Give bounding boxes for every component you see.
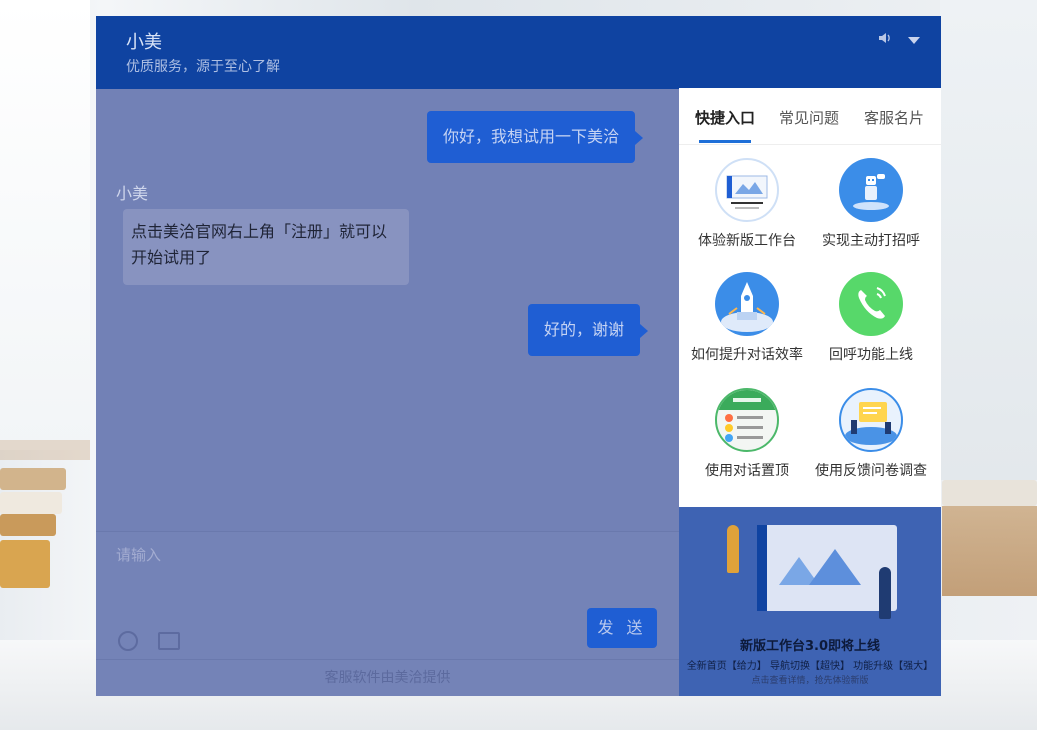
promo-illustration-sidebar	[757, 525, 767, 611]
background-book	[0, 540, 50, 588]
background-book	[0, 468, 66, 490]
quick-entry-workbench[interactable]: 体验新版工作台	[682, 158, 812, 250]
chat-window: 小美 优质服务，源于至心了解 你好，我想试用一下美洽 小美 点击美洽官网右上角「…	[96, 16, 941, 696]
quick-entry-callback[interactable]: 回呼功能上线	[806, 272, 936, 364]
promo-person-figure	[879, 567, 891, 619]
powered-by-footer: 客服软件由美洽提供	[96, 659, 679, 696]
tab-faq[interactable]: 常见问题	[779, 107, 839, 128]
feedback-survey-icon	[839, 388, 903, 452]
chevron-down-icon[interactable]	[908, 37, 920, 44]
send-button[interactable]: 发 送	[587, 608, 657, 648]
message-outgoing: 你好，我想试用一下美洽	[427, 111, 644, 163]
workbench-preview-icon	[715, 158, 779, 222]
quick-entry-efficiency[interactable]: 如何提升对话效率	[682, 272, 812, 364]
background-book	[942, 480, 1037, 506]
tab-quick-entry[interactable]: 快捷入口	[695, 107, 755, 128]
emoji-icon[interactable]	[118, 631, 138, 651]
background-window-left	[0, 0, 90, 450]
promo-title: 新版工作台3.0即将上线	[739, 639, 881, 654]
chat-header: 小美 优质服务，源于至心了解	[96, 16, 941, 89]
sidebar-panel: 快捷入口 常见问题 客服名片 体验新版工作台 实现主动打招呼 如何提升对话效率 …	[679, 88, 941, 508]
promo-note: 点击查看详情，抢先体验新版	[751, 676, 869, 686]
agent-subtitle: 优质服务，源于至心了解	[126, 59, 280, 75]
message-outgoing: 好的，谢谢	[528, 304, 649, 356]
image-upload-icon[interactable]	[158, 632, 180, 650]
promo-chart-shape	[809, 549, 861, 585]
promo-subtitle: 全新首页【给力】 导航切换【超快】 功能升级【强大】	[686, 661, 934, 672]
message-input[interactable]: 请输入 发 送	[96, 531, 679, 660]
tab-active-indicator	[699, 140, 751, 143]
quick-entry-greeting[interactable]: 实现主动打招呼	[806, 158, 936, 250]
speaker-icon[interactable]	[878, 32, 892, 48]
pin-conversation-icon	[715, 388, 779, 452]
background-book	[0, 492, 62, 514]
message-list: 你好，我想试用一下美洽 小美 点击美洽官网右上角「注册」就可以开始试用了 好的，…	[96, 89, 679, 531]
agent-name: 小美	[126, 32, 162, 53]
quick-entry-label: 回呼功能上线	[829, 347, 913, 363]
quick-entry-label: 如何提升对话效率	[691, 347, 803, 363]
tab-agent-card[interactable]: 客服名片	[864, 107, 924, 128]
message-sender: 小美	[116, 184, 149, 203]
quick-entry-label: 使用对话置顶	[705, 463, 789, 479]
background-book	[942, 506, 1037, 596]
background-book	[0, 514, 56, 536]
background-shelf	[0, 440, 90, 460]
promo-banner[interactable]: 新版工作台3.0即将上线 全新首页【给力】 导航切换【超快】 功能升级【强大】 …	[679, 507, 941, 696]
promo-person-figure	[727, 525, 739, 573]
quick-entry-survey[interactable]: 使用反馈问卷调查	[806, 388, 936, 480]
quick-entry-label: 使用反馈问卷调查	[815, 463, 927, 479]
sidebar-tabs: 快捷入口 常见问题 客服名片	[679, 88, 941, 145]
robot-greeting-icon	[839, 158, 903, 222]
phone-callback-icon	[839, 272, 903, 336]
background-window-right	[940, 0, 1037, 480]
quick-entry-label: 实现主动打招呼	[822, 233, 920, 249]
rocket-efficiency-icon	[715, 272, 779, 336]
quick-entry-pin[interactable]: 使用对话置顶	[682, 388, 812, 480]
quick-entry-label: 体验新版工作台	[698, 233, 796, 249]
input-placeholder: 请输入	[116, 546, 162, 564]
message-incoming: 点击美洽官网右上角「注册」就可以开始试用了	[123, 209, 409, 285]
